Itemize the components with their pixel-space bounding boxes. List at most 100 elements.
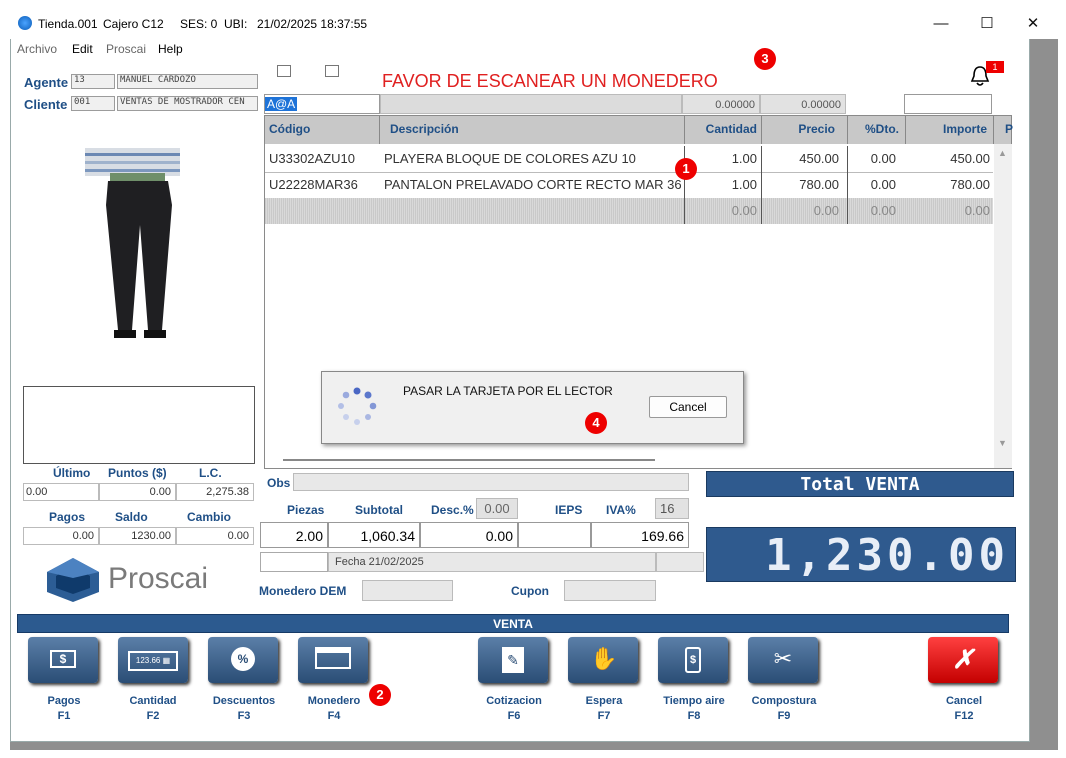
hand-icon: ✋: [590, 646, 618, 671]
espera-button[interactable]: ✋: [568, 637, 638, 683]
row2-importe[interactable]: 780.00: [906, 172, 994, 198]
globe-icon: [18, 16, 32, 30]
obs-label: Obs: [267, 476, 291, 490]
piezas-value: 2.00: [260, 522, 328, 548]
title-datetime: 21/02/2025 18:37:55: [257, 17, 368, 31]
total-venta-value: 1,230.00: [706, 527, 1016, 582]
notification-count: 1: [986, 61, 1004, 73]
puntos-label: Puntos ($): [108, 466, 167, 480]
maximize-button[interactable]: ☐: [972, 13, 1002, 35]
store-name: Tienda.001: [38, 17, 98, 31]
cancel-button-label: Cancel F12: [945, 695, 983, 722]
scroll-down-icon[interactable]: ▼: [998, 438, 1007, 448]
row1-descripcion[interactable]: PLAYERA BLOQUE DE COLORES AZU 10: [380, 146, 685, 172]
scan-input[interactable]: A@A: [264, 94, 380, 114]
col-codigo[interactable]: Código: [265, 116, 380, 144]
cashier-name: Cajero C12: [103, 17, 164, 31]
ieps-value: [518, 522, 591, 548]
row3-cantidad[interactable]: 0.00: [685, 198, 762, 224]
iva-value: 169.66: [591, 522, 689, 548]
monedero-dem-field[interactable]: [362, 580, 453, 601]
cancel-x-icon: ✗: [952, 644, 974, 674]
lc-label: L.C.: [199, 466, 222, 480]
document-pen-icon: ✎: [500, 647, 526, 673]
cambio-value: 0.00: [176, 527, 254, 545]
compostura-button-label: Compostura F9: [751, 695, 817, 722]
phone-dollar-icon: $: [680, 647, 706, 673]
menu-archivo[interactable]: Archivo: [17, 42, 57, 56]
checkbox-2[interactable]: [325, 65, 339, 77]
puntos-value: 0.00: [99, 483, 176, 501]
scroll-up-icon[interactable]: ▲: [998, 148, 1007, 158]
row2-cantidad[interactable]: 1.00: [685, 172, 762, 198]
row2-dto[interactable]: 0.00: [848, 172, 906, 198]
session-label: SES: 0: [180, 17, 218, 31]
row1-precio[interactable]: 450.00: [762, 146, 848, 172]
menu-edit[interactable]: Edit: [72, 42, 93, 56]
col-p[interactable]: P: [994, 116, 1013, 144]
row3-dto[interactable]: 0.00: [848, 198, 906, 224]
desc-pct-field: 0.00: [476, 498, 518, 519]
fecha-suffix-field: [656, 552, 704, 572]
card-icon: [314, 647, 352, 671]
cantidad-button[interactable]: 123.66 ▦: [118, 637, 188, 683]
ieps-label: IEPS: [555, 503, 583, 517]
annotation-badge-1: 1: [675, 158, 697, 180]
row1-codigo[interactable]: U33302AZU10: [269, 146, 380, 172]
cupon-field[interactable]: [564, 580, 656, 601]
client-name-field: VENTAS DE MOSTRADOR CEN: [117, 96, 258, 111]
tiempo-aire-button[interactable]: $: [658, 637, 728, 683]
saldo-label: Saldo: [115, 510, 148, 524]
cancel-button[interactable]: ✗: [928, 637, 998, 683]
piezas-label: Piezas: [287, 503, 325, 517]
row3-codigo[interactable]: [269, 198, 380, 224]
cupon-label: Cupon: [511, 584, 549, 598]
pagos-value: 0.00: [23, 527, 99, 545]
obs-field[interactable]: [293, 473, 689, 491]
col-importe[interactable]: Importe: [906, 116, 994, 144]
menu-proscai[interactable]: Proscai: [106, 42, 146, 56]
col-cantidad[interactable]: Cantidad: [685, 116, 762, 144]
col-dto[interactable]: %Dto.: [848, 116, 906, 144]
close-button[interactable]: ✕: [1018, 13, 1048, 35]
fecha-field: Fecha 21/02/2025: [328, 552, 656, 572]
cambio-label: Cambio: [187, 510, 232, 524]
row1-importe[interactable]: 450.00: [906, 146, 994, 172]
row3-precio[interactable]: 0.00: [762, 198, 848, 224]
descuentos-button[interactable]: %: [208, 637, 278, 683]
horizontal-scrollbar[interactable]: [283, 459, 655, 461]
client-code-field[interactable]: 001: [71, 96, 115, 111]
notes-panel: [23, 386, 255, 464]
annotation-badge-3: 3: [754, 48, 776, 70]
desc-value: 0.00: [420, 522, 518, 548]
row2-descripcion[interactable]: PANTALON PRELAVADO CORTE RECTO MAR 36: [380, 172, 685, 198]
col-descripcion[interactable]: Descripción: [380, 116, 685, 144]
menu-help[interactable]: Help: [158, 42, 183, 56]
venta-section-bar: VENTA: [17, 614, 1009, 633]
monedero-dem-label: Monedero DEM: [259, 584, 347, 598]
agent-name-field: MANUEL CARDOZO: [117, 74, 258, 89]
minimize-button[interactable]: —: [926, 13, 956, 35]
lc-value: 2,275.38: [176, 483, 254, 501]
percent-badge-icon: %: [230, 647, 256, 671]
pagos-button[interactable]: $: [28, 637, 98, 683]
iva-label: IVA%: [606, 503, 636, 517]
agent-code-field[interactable]: 13: [71, 74, 115, 89]
monedero-button[interactable]: [298, 637, 368, 683]
row2-precio[interactable]: 780.00: [762, 172, 848, 198]
row3-descripcion[interactable]: [380, 198, 685, 224]
checkbox-1[interactable]: [277, 65, 291, 77]
scan-extra-field[interactable]: [904, 94, 992, 114]
row3-importe[interactable]: 0.00: [906, 198, 994, 224]
espera-button-label: Espera F7: [585, 695, 623, 722]
cotizacion-button[interactable]: ✎: [478, 637, 548, 683]
row2-codigo[interactable]: U22228MAR36: [269, 172, 380, 198]
row1-dto[interactable]: 0.00: [848, 146, 906, 172]
pagos-button-label: Pagos F1: [47, 695, 81, 722]
vertical-scrollbar[interactable]: ▲ ▼: [994, 144, 1012, 468]
col-precio[interactable]: Precio: [762, 116, 848, 144]
subtotal-label: Subtotal: [355, 503, 403, 517]
compostura-button[interactable]: ✂: [748, 637, 818, 683]
scissors-icon: ✂: [773, 646, 793, 671]
dialog-cancel-button[interactable]: Cancel: [649, 396, 727, 418]
